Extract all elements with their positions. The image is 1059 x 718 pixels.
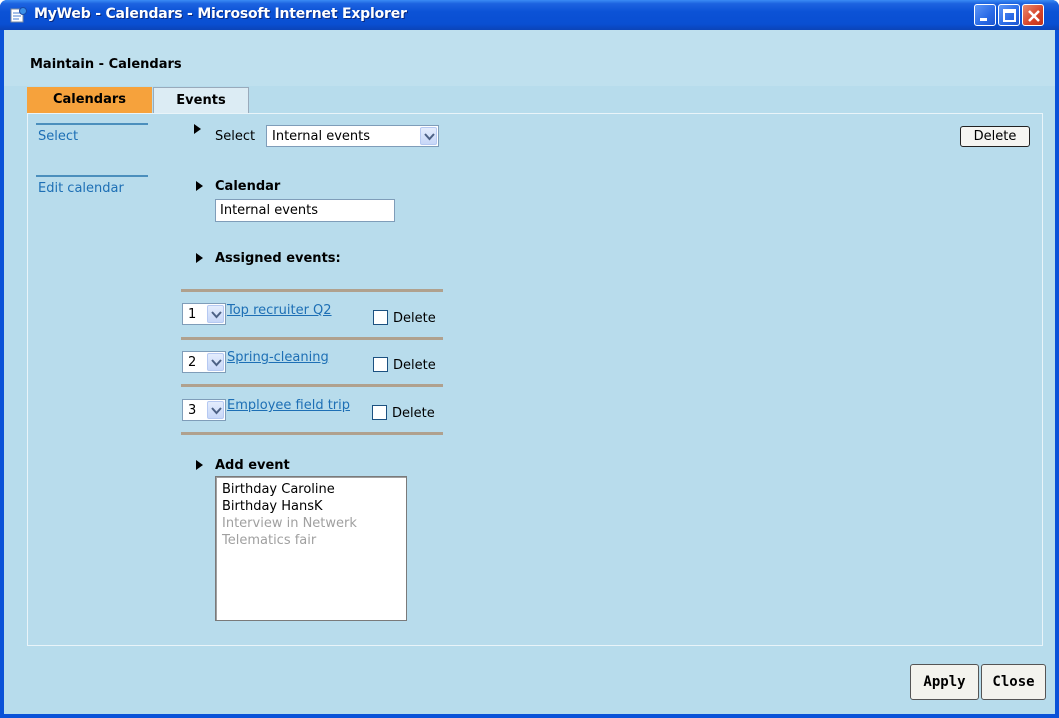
nav-item-edit-calendar[interactable]: Edit calendar — [38, 181, 124, 196]
separator — [181, 384, 443, 387]
triangle-right-icon — [196, 460, 203, 470]
minimize-button[interactable] — [974, 4, 996, 26]
delete-calendar-button[interactable]: Delete — [960, 126, 1030, 147]
event-order-button[interactable] — [207, 353, 224, 371]
delete-event-label: Delete — [392, 406, 435, 421]
page-title: Maintain - Calendars — [30, 57, 182, 72]
nav-separator — [36, 123, 148, 125]
calendar-select[interactable]: Internal events — [266, 125, 439, 147]
select-label: Select — [215, 129, 256, 144]
chevron-down-icon — [211, 407, 222, 415]
event-order-button[interactable] — [207, 305, 224, 323]
delete-event-checkbox[interactable] — [373, 357, 388, 372]
title-bar[interactable]: MyWeb - Calendars - Microsoft Internet E… — [0, 0, 1059, 30]
calendar-name-field[interactable]: Internal events — [215, 199, 395, 222]
ie-page-icon — [10, 7, 27, 23]
assigned-events-heading: Assigned events: — [215, 251, 341, 266]
triangle-right-icon — [194, 124, 201, 134]
event-link[interactable]: Employee field trip — [227, 398, 350, 413]
list-item[interactable]: Birthday Caroline — [216, 481, 406, 498]
event-order-select[interactable]: 2 — [182, 351, 226, 373]
list-item: Interview in Netwerk — [222, 516, 357, 531]
list-item: Telematics fair — [222, 533, 317, 548]
event-link[interactable]: Spring-cleaning — [227, 350, 329, 365]
close-icon — [1028, 10, 1040, 22]
apply-button[interactable]: Apply — [910, 664, 979, 700]
separator — [181, 289, 443, 292]
tab-calendars[interactable]: Calendars — [27, 87, 152, 113]
event-order-value: 2 — [188, 355, 197, 370]
calendar-select-value: Internal events — [272, 129, 371, 144]
minimize-icon — [980, 18, 987, 21]
delete-event-checkbox[interactable] — [372, 405, 387, 420]
event-order-button[interactable] — [207, 401, 224, 419]
event-order-value: 1 — [188, 307, 197, 322]
delete-event-checkbox[interactable] — [373, 310, 388, 325]
triangle-right-icon — [196, 181, 203, 191]
calendar-heading: Calendar — [215, 179, 281, 194]
close-button[interactable]: Close — [981, 664, 1046, 700]
footer-area — [4, 646, 1055, 714]
chevron-down-icon — [424, 133, 435, 141]
add-event-listbox[interactable]: Birthday Caroline Birthday HansK Intervi… — [215, 476, 407, 621]
maximize-button[interactable] — [998, 4, 1020, 26]
browser-window: MyWeb - Calendars - Microsoft Internet E… — [0, 0, 1059, 718]
content-panel — [27, 113, 1043, 646]
add-event-heading: Add event — [215, 458, 290, 473]
triangle-right-icon — [196, 253, 203, 263]
event-order-select[interactable]: 3 — [182, 399, 226, 421]
delete-event-label: Delete — [393, 311, 436, 326]
chevron-down-icon — [211, 359, 222, 367]
window-bottom-border — [4, 714, 1055, 718]
window-title: MyWeb - Calendars - Microsoft Internet E… — [34, 6, 407, 22]
tab-events[interactable]: Events — [153, 87, 249, 113]
event-order-value: 3 — [188, 403, 197, 418]
separator — [181, 337, 443, 340]
event-link[interactable]: Top recruiter Q2 — [227, 303, 332, 318]
nav-separator — [36, 175, 148, 177]
calendar-select-button[interactable] — [420, 127, 437, 145]
list-item[interactable]: Birthday HansK — [216, 498, 406, 515]
nav-item-select[interactable]: Select — [38, 129, 78, 144]
chevron-down-icon — [211, 311, 222, 319]
event-order-select[interactable]: 1 — [182, 303, 226, 325]
separator — [181, 432, 443, 435]
maximize-icon — [1003, 9, 1016, 22]
delete-event-label: Delete — [393, 358, 436, 373]
close-window-button[interactable] — [1022, 4, 1044, 26]
